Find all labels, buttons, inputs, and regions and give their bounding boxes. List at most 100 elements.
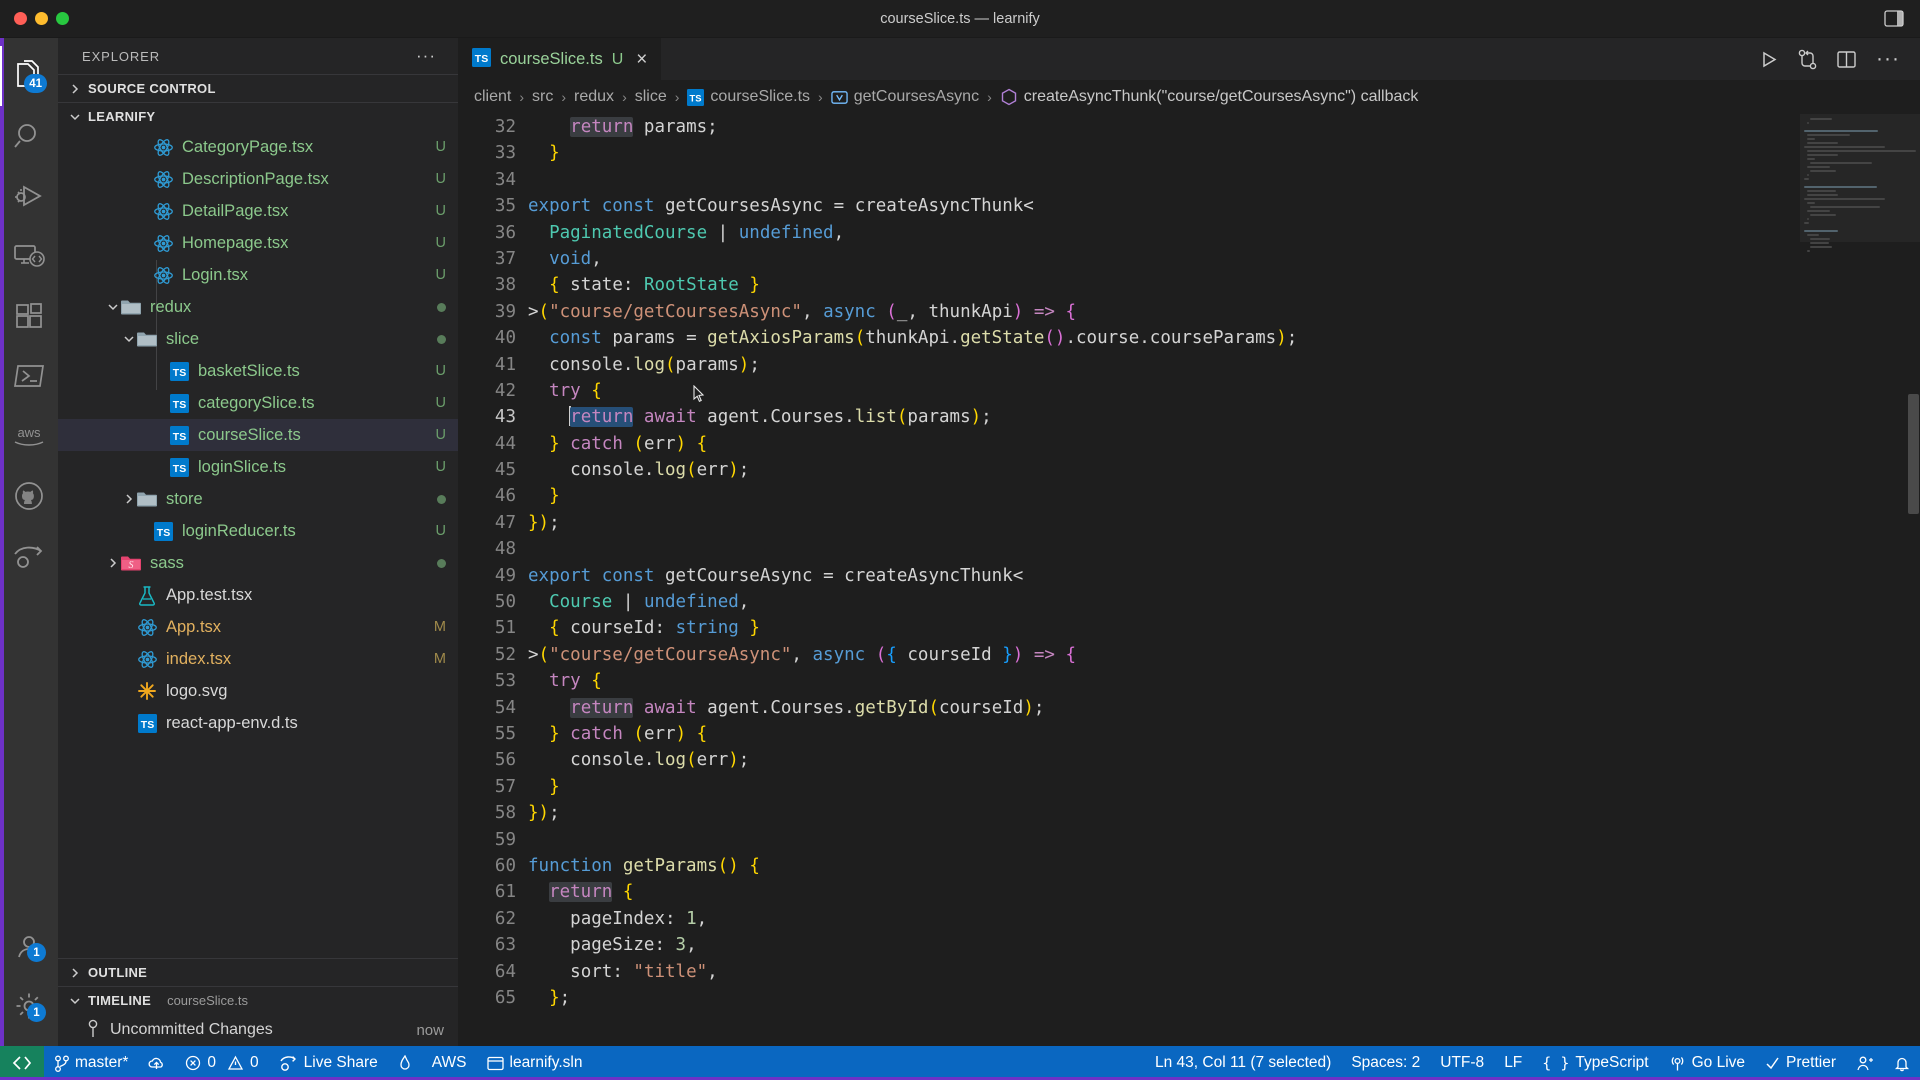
chevron-right-icon[interactable]: [106, 556, 120, 570]
status-problems[interactable]: 0 0: [175, 1046, 268, 1080]
code-line[interactable]: }: [528, 774, 1800, 800]
code-line[interactable]: return params;: [528, 114, 1800, 140]
close-window-button[interactable]: [14, 12, 27, 25]
breadcrumb-item[interactable]: TS courseSlice.ts: [687, 88, 810, 106]
code-line[interactable]: function getParams() {: [528, 853, 1800, 879]
explorer-more-actions-icon[interactable]: ···: [416, 47, 446, 64]
minimize-window-button[interactable]: [35, 12, 48, 25]
section-learnify[interactable]: LEARNIFY: [58, 102, 458, 130]
code-line[interactable]: [528, 536, 1800, 562]
maximize-window-button[interactable]: [56, 12, 69, 25]
activity-live-share[interactable]: [0, 526, 58, 586]
file-tree-row[interactable]: DetailPage.tsx U: [58, 195, 458, 227]
file-tree-row[interactable]: index.tsx M: [58, 643, 458, 675]
code-line[interactable]: Course | undefined,: [528, 589, 1800, 615]
status-aws[interactable]: AWS: [422, 1046, 477, 1080]
activity-extensions[interactable]: [0, 286, 58, 346]
code-line[interactable]: console.log(err);: [528, 457, 1800, 483]
status-live-share[interactable]: Live Share: [269, 1046, 388, 1080]
code-editor[interactable]: 32 33 34 35 36 37 38 39 40 41 42 43 44 45 46 47 48 49 50 51…: [458, 114, 1920, 1046]
status-cursor-position[interactable]: Ln 43, Col 11 (7 selected): [1145, 1046, 1341, 1080]
customize-layout-icon[interactable]: [1884, 10, 1904, 27]
scrollbar-thumb[interactable]: [1908, 394, 1919, 514]
ellipsis-icon[interactable]: ···: [1876, 48, 1900, 69]
status-prettier[interactable]: Prettier: [1755, 1046, 1846, 1080]
remote-window-indicator[interactable]: [0, 1046, 44, 1080]
file-tree-row[interactable]: App.tsx M: [58, 611, 458, 643]
file-tree-row[interactable]: TS loginReducer.ts U: [58, 515, 458, 547]
activity-run-and-debug[interactable]: [0, 166, 58, 226]
activity-aws[interactable]: aws: [0, 406, 58, 466]
code-line[interactable]: } catch (err) {: [528, 721, 1800, 747]
file-tree-row[interactable]: store: [58, 483, 458, 515]
file-tree-row[interactable]: TS loginSlice.ts U: [58, 451, 458, 483]
breadcrumb-item[interactable]: createAsyncThunk("course/getCoursesAsync…: [1000, 88, 1418, 106]
breadcrumb-item[interactable]: slice: [635, 88, 667, 106]
minimap[interactable]: [1800, 114, 1920, 1046]
code-line[interactable]: void,: [528, 246, 1800, 272]
vertical-scrollbar[interactable]: [1906, 114, 1920, 1046]
split-editor-icon[interactable]: [1837, 50, 1856, 68]
file-tree-row[interactable]: redux: [58, 291, 458, 323]
breadcrumb-item[interactable]: getCoursesAsync: [830, 88, 979, 106]
activity-explorer[interactable]: 41: [0, 46, 58, 106]
status-eol[interactable]: LF: [1494, 1046, 1532, 1080]
code-line[interactable]: >("course/getCoursesAsync", async (_, th…: [528, 299, 1800, 325]
activity-remote-explorer[interactable]: [0, 226, 58, 286]
status-indentation[interactable]: Spaces: 2: [1341, 1046, 1430, 1080]
status-sync[interactable]: [138, 1046, 175, 1080]
file-tree-row[interactable]: Ssass: [58, 547, 458, 579]
code-line[interactable]: });: [528, 510, 1800, 536]
status-remote-collab[interactable]: [1846, 1046, 1884, 1080]
code-line[interactable]: }: [528, 140, 1800, 166]
file-tree-row[interactable]: Homepage.tsx U: [58, 227, 458, 259]
chevron-right-icon[interactable]: [122, 492, 136, 506]
code-content[interactable]: return params; } export const getCoursesA…: [528, 114, 1800, 1046]
activity-accounts[interactable]: 1: [0, 916, 58, 976]
file-tree-row[interactable]: logo.svg: [58, 675, 458, 707]
code-line[interactable]: >("course/getCourseAsync", async ({ cour…: [528, 642, 1800, 668]
status-encoding[interactable]: UTF-8: [1430, 1046, 1494, 1080]
status-sonarlint[interactable]: [388, 1046, 422, 1080]
code-line[interactable]: try {: [528, 668, 1800, 694]
code-line[interactable]: return await agent.Courses.list(params);: [528, 404, 1800, 430]
breadcrumb-item[interactable]: redux: [574, 88, 614, 106]
code-line[interactable]: pageIndex: 1,: [528, 906, 1800, 932]
section-source-control[interactable]: SOURCE CONTROL: [58, 74, 458, 102]
activity-settings[interactable]: 1: [0, 976, 58, 1036]
code-line[interactable]: try {: [528, 378, 1800, 404]
code-line[interactable]: [528, 827, 1800, 853]
file-tree-row[interactable]: slice: [58, 323, 458, 355]
status-language-mode[interactable]: { } TypeScript: [1532, 1046, 1658, 1080]
activity-search[interactable]: [0, 106, 58, 166]
code-line[interactable]: return {: [528, 879, 1800, 905]
code-line[interactable]: }: [528, 483, 1800, 509]
file-tree[interactable]: CategoryPage.tsx U DescriptionPage.tsx U Det…: [58, 130, 458, 958]
status-branch[interactable]: master*: [44, 1046, 138, 1080]
timeline-entry[interactable]: Uncommitted Changes now: [58, 1014, 458, 1046]
code-line[interactable]: sort: "title",: [528, 959, 1800, 985]
file-tree-row[interactable]: TS courseSlice.ts U: [58, 419, 458, 451]
code-line[interactable]: console.log(err);: [528, 747, 1800, 773]
close-icon[interactable]: ×: [636, 50, 647, 69]
status-solution[interactable]: learnify.sln: [477, 1046, 593, 1080]
code-line[interactable]: export const getCourseAsync = createAsyn…: [528, 563, 1800, 589]
code-line[interactable]: [528, 167, 1800, 193]
code-line[interactable]: pageSize: 3,: [528, 932, 1800, 958]
status-notifications[interactable]: [1884, 1046, 1920, 1080]
file-tree-row[interactable]: TS basketSlice.ts U: [58, 355, 458, 387]
code-line[interactable]: };: [528, 985, 1800, 1011]
code-line[interactable]: { courseId: string }: [528, 615, 1800, 641]
tab-courseSlice-ts[interactable]: TS courseSlice.ts U ×: [458, 38, 662, 80]
code-line[interactable]: } catch (err) {: [528, 431, 1800, 457]
status-go-live[interactable]: Go Live: [1659, 1046, 1755, 1080]
breadcrumb-item[interactable]: client: [474, 88, 511, 106]
file-tree-row[interactable]: TS categorySlice.ts U: [58, 387, 458, 419]
code-line[interactable]: });: [528, 800, 1800, 826]
section-outline[interactable]: OUTLINE: [58, 958, 458, 986]
code-line[interactable]: export const getCoursesAsync = createAsy…: [528, 193, 1800, 219]
code-line[interactable]: PaginatedCourse | undefined,: [528, 220, 1800, 246]
activity-github[interactable]: [0, 466, 58, 526]
chevron-down-icon[interactable]: [106, 300, 120, 314]
code-line[interactable]: const params = getAxiosParams(thunkApi.g…: [528, 325, 1800, 351]
